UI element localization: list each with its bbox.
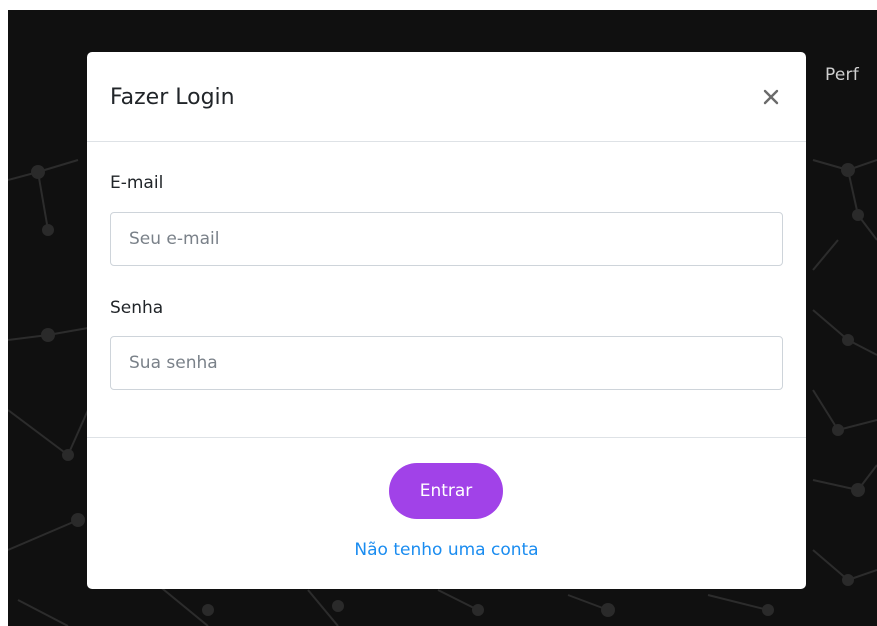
login-button[interactable]: Entrar [389,463,503,519]
modal-footer: Entrar Não tenho uma conta [87,437,806,589]
login-modal: Fazer Login E-mail Senha Entrar Não tenh… [87,52,806,589]
register-link[interactable]: Não tenho uma conta [87,539,806,561]
close-button[interactable] [757,82,785,112]
password-label: Senha [110,298,164,318]
modal-title: Fazer Login [110,85,235,110]
modal-header: Fazer Login [87,52,806,142]
close-icon [763,89,779,105]
nav-link-profile[interactable]: Perf [825,65,859,85]
email-field[interactable] [110,212,783,266]
email-label: E-mail [110,173,164,193]
password-field[interactable] [110,336,783,390]
